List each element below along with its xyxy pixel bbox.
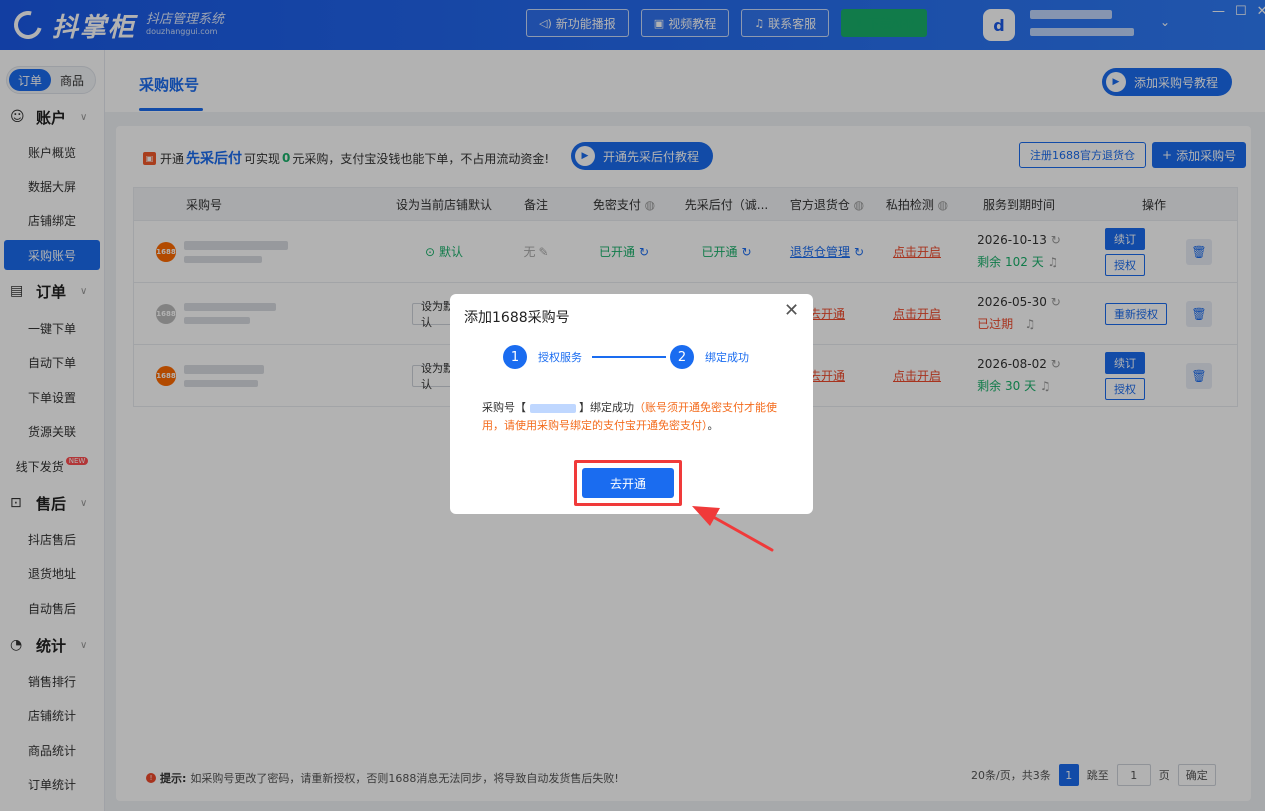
highlight-frame: 去开通 bbox=[574, 460, 682, 506]
step-2-label: 绑定成功 bbox=[705, 351, 749, 364]
step-2-dot: 2 bbox=[670, 345, 694, 369]
step-1-label: 授权服务 bbox=[538, 351, 582, 364]
progress-steps: 1 授权服务 2 绑定成功 bbox=[503, 345, 749, 369]
bind-success-message: 采购号【 】绑定成功（账号须开通免密支付才能使用，请使用采购号绑定的支付宝开通免… bbox=[482, 401, 777, 432]
step-1-dot: 1 bbox=[503, 345, 527, 369]
go-activate-button[interactable]: 去开通 bbox=[582, 468, 674, 498]
blurred-account-id bbox=[529, 403, 576, 413]
step-connector bbox=[592, 356, 666, 358]
add-1688-account-dialog: 添加1688采购号 ✕ 1 授权服务 2 绑定成功 采购号【 】绑定成功（账号须… bbox=[450, 294, 813, 514]
close-icon[interactable]: ✕ bbox=[784, 300, 799, 321]
dialog-title: 添加1688采购号 bbox=[464, 310, 570, 326]
annotation-arrow-icon bbox=[692, 506, 774, 552]
